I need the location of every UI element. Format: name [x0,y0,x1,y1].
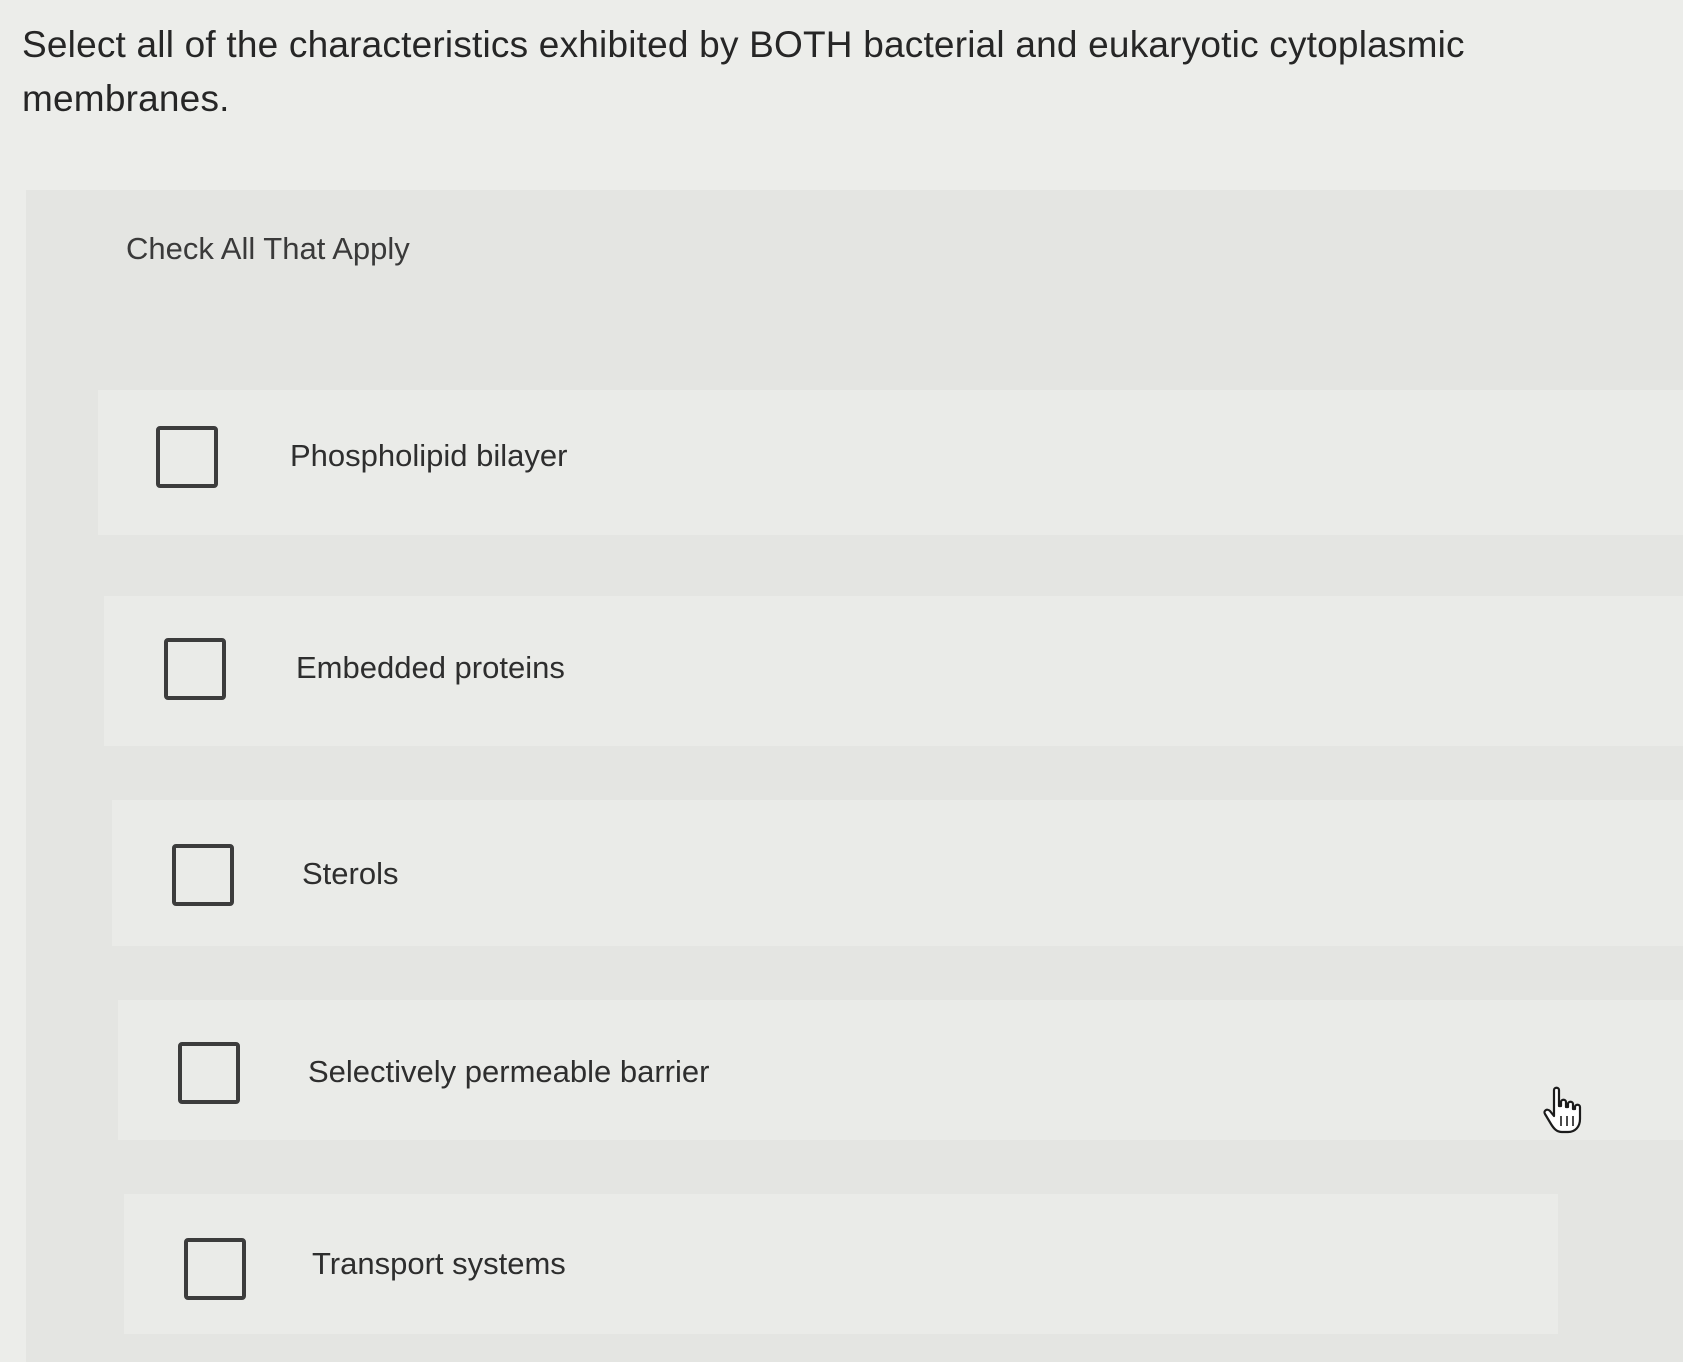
choice-transport-systems[interactable]: Transport systems [124,1194,1558,1334]
checkbox[interactable] [172,844,234,906]
instructions-label: Check All That Apply [126,231,410,266]
hand-pointer-icon [1542,1086,1582,1134]
choice-embedded-proteins[interactable]: Embedded proteins [104,596,1683,746]
choice-sterols[interactable]: Sterols [112,800,1683,946]
question-text: Select all of the characteristics exhibi… [22,24,1465,119]
checkbox[interactable] [178,1042,240,1104]
answer-panel [26,190,1683,1362]
choice-phospholipid-bilayer[interactable]: Phospholipid bilayer [98,390,1683,535]
choice-label: Embedded proteins [296,650,565,685]
choice-label: Sterols [302,856,399,891]
choice-label: Transport systems [312,1246,566,1281]
checkbox[interactable] [184,1238,246,1300]
choice-label: Phospholipid bilayer [290,438,568,473]
choice-label: Selectively permeable barrier [308,1054,710,1089]
choice-selectively-permeable-barrier[interactable]: Selectively permeable barrier [118,1000,1683,1140]
checkbox[interactable] [156,426,218,488]
checkbox[interactable] [164,638,226,700]
